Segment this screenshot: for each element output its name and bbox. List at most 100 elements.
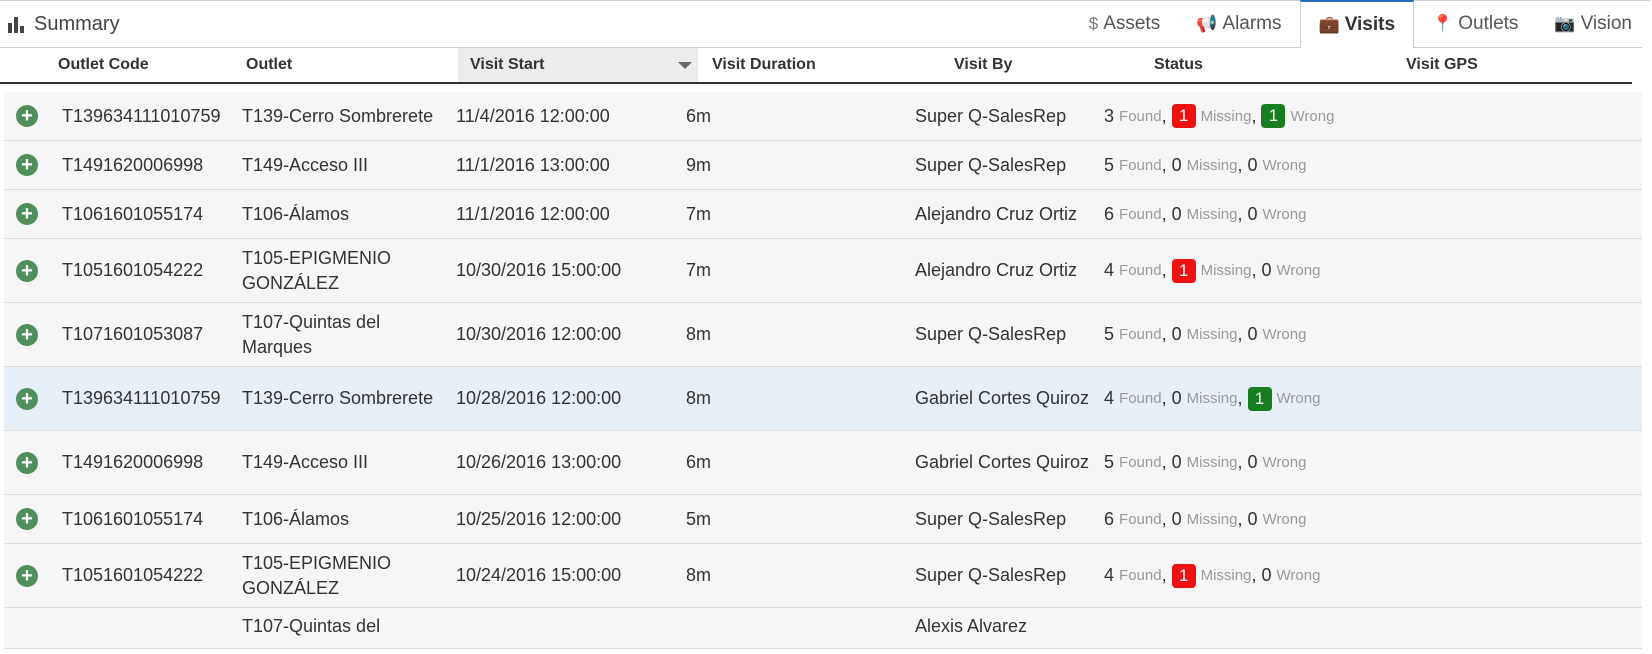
missing-count: 0: [1171, 324, 1182, 344]
cell-status: 4 Found, 1 Missing, 0 Wrong: [1104, 239, 1320, 302]
wrong-label: Wrong: [1262, 156, 1307, 174]
header-visit-gps[interactable]: Visit GPS: [1394, 48, 1624, 82]
wrong-count: 0: [1247, 452, 1258, 472]
found-count: 5: [1104, 452, 1115, 472]
cell-visit-by-text: Super Q-SalesRep: [915, 565, 1067, 585]
found-count: 6: [1104, 508, 1115, 529]
header-status[interactable]: Status: [1142, 48, 1382, 82]
cell-visit-start: 10/28/2016 12:00:00: [456, 367, 676, 430]
cell-visit-start: 10/30/2016 15:00:00: [456, 239, 676, 302]
wrong-count: 0: [1247, 203, 1258, 224]
wrong-count: 0: [1261, 260, 1272, 280]
expand-row-icon[interactable]: +: [16, 323, 38, 346]
table-row[interactable]: + T1051601054222 T105-EPIGMENIO GONZÁLEZ 10…: [4, 544, 1642, 608]
missing-label: Missing: [1200, 567, 1252, 584]
cell-outlet-text: T149-Acceso III: [242, 154, 369, 175]
expand-row-icon[interactable]: +: [16, 105, 38, 127]
cell-visit-by: Super Q-SalesRep: [915, 92, 1095, 140]
expand-row-icon[interactable]: +: [16, 564, 38, 587]
missing-label: Missing: [1200, 262, 1252, 279]
cell-visit-start-text: 11/4/2016 12:00:00: [456, 105, 610, 126]
cell-visit-by: Alejandro Cruz Ortiz: [915, 239, 1095, 302]
expand-row-icon[interactable]: +: [16, 203, 38, 225]
found-label: Found: [1119, 390, 1162, 407]
cell-visit-by-text: Alejandro Cruz Ortiz: [915, 203, 1078, 224]
missing-label: Missing: [1186, 454, 1238, 471]
cell-outlet-code: T1491620006998: [62, 141, 232, 189]
table-row[interactable]: + T1051601054222 T105-EPIGMENIO GONZÁLEZ 10…: [4, 239, 1642, 303]
table-row[interactable]: + T139634111010759 T139-Cerro Sombrerete 10…: [4, 367, 1642, 431]
cell-visit-duration-text: 6m: [686, 105, 712, 126]
cell-outlet-code-text: T1491620006998: [62, 452, 204, 472]
cell-visit-start-text: 11/1/2016 13:00:00: [456, 154, 610, 175]
cell-visit-duration: 5m: [686, 495, 886, 543]
cell-visit-start: 11/1/2016 12:00:00: [456, 190, 676, 238]
tab-visits[interactable]: 💼 Visits: [1299, 0, 1415, 48]
summary-link[interactable]: Summary: [8, 13, 120, 36]
expand-row-icon[interactable]: +: [16, 508, 38, 530]
visits-table-body: + T139634111010759 T139-Cerro Sombrerete 11…: [4, 92, 1642, 649]
cell-visit-duration: 6m: [686, 92, 886, 140]
cell-outlet-code: T1061601055174: [62, 190, 232, 238]
table-row[interactable]: + T1061601055174 T106-Álamos 10/25/2016 12:…: [4, 495, 1642, 544]
found-label: Found: [1119, 262, 1162, 279]
cell-outlet: T107-Quintas del Marques: [242, 303, 452, 366]
cell-outlet-code: T139634111010759: [62, 367, 232, 430]
wrong-label: Wrong: [1262, 326, 1307, 343]
table-row[interactable]: + T1061601055174 T106-Álamos 11/1/2016 12:0…: [4, 190, 1642, 239]
cell-outlet: T106-Álamos: [242, 190, 452, 238]
expand-row-icon[interactable]: +: [16, 387, 38, 410]
cell-visit-start-text: 10/25/2016 12:00:00: [456, 508, 622, 529]
tab-label: Assets: [1103, 13, 1161, 34]
wrong-count: 0: [1247, 508, 1258, 529]
cell-expand: +: [16, 495, 38, 543]
found-label: Found: [1119, 510, 1162, 528]
cell-outlet-text: T106-Álamos: [242, 508, 350, 529]
cell-outlet: T107-Quintas del: [242, 608, 452, 654]
grid-header: Outlet Code Outlet Visit Start Visit Dur…: [0, 48, 1632, 84]
table-row[interactable]: + T1491620006998 T149-Acceso III 10/26/2016…: [4, 431, 1642, 495]
cell-outlet-code: T1051601054222: [62, 239, 232, 302]
missing-label: Missing: [1186, 390, 1238, 407]
header-visit-start[interactable]: Visit Start: [458, 48, 698, 82]
expand-row-icon[interactable]: +: [16, 154, 38, 176]
table-row[interactable]: + T1071601053087 T107-Quintas del Marques 1…: [4, 303, 1642, 367]
tab-alarms[interactable]: 📢 Alarms: [1178, 1, 1299, 47]
map-marker-icon: 📍: [1432, 14, 1454, 33]
cell-outlet-code: T1491620006998: [62, 431, 232, 494]
vertical-scrollbar[interactable]: [1642, 46, 1652, 632]
tab-label: Visits: [1344, 14, 1396, 35]
cell-status: 5 Found, 0 Missing, 0 Wrong: [1104, 303, 1306, 366]
missing-count: 0: [1171, 388, 1182, 408]
wrong-label: Wrong: [1276, 262, 1321, 279]
cell-expand: +: [16, 239, 38, 302]
header-visit-by[interactable]: Visit By: [942, 48, 1132, 82]
cell-visit-start: 10/25/2016 12:00:00: [456, 495, 676, 543]
cell-outlet-code: T1071601053087: [62, 303, 232, 366]
table-row[interactable]: + T139634111010759 T139-Cerro Sombrerete 11…: [4, 92, 1642, 141]
cell-outlet-code: T139634111010759: [62, 92, 232, 140]
table-row[interactable]: + T1491620006998 T149-Acceso III 11/1/2016 …: [4, 141, 1642, 190]
cell-visit-by-text: Super Q-SalesRep: [915, 105, 1067, 126]
cell-visit-duration: 7m: [686, 239, 886, 302]
top-bar: Summary $ Assets 📢 Alarms 💼 Visits 📍 Outlets 📷 Vi…: [0, 0, 1650, 48]
table-row[interactable]: T107-Quintas del Alexis Alvarez: [4, 608, 1642, 649]
expand-row-icon[interactable]: +: [16, 259, 38, 282]
cell-visit-duration-text: 8m: [686, 324, 712, 344]
wrong-count-badge: 1: [1261, 104, 1286, 128]
expand-row-icon[interactable]: +: [16, 451, 38, 474]
cell-visit-by-text: Super Q-SalesRep: [915, 154, 1067, 175]
header-outlet[interactable]: Outlet: [234, 48, 434, 82]
header-outlet-code[interactable]: Outlet Code: [46, 48, 224, 82]
cell-outlet: T149-Acceso III: [242, 141, 452, 189]
found-count: 3: [1104, 105, 1115, 126]
cell-visit-start-text: 10/30/2016 12:00:00: [456, 324, 622, 344]
cell-visit-by-text: Super Q-SalesRep: [915, 324, 1067, 344]
cell-outlet-text: T149-Acceso III: [242, 452, 369, 472]
tab-vision[interactable]: 📷 Vision: [1536, 1, 1650, 47]
tab-label: Alarms: [1222, 13, 1282, 34]
header-visit-duration[interactable]: Visit Duration: [700, 48, 930, 82]
tab-outlets[interactable]: 📍 Outlets: [1414, 1, 1536, 47]
cell-visit-start: 10/30/2016 12:00:00: [456, 303, 676, 366]
tab-assets[interactable]: $ Assets: [1071, 1, 1179, 47]
